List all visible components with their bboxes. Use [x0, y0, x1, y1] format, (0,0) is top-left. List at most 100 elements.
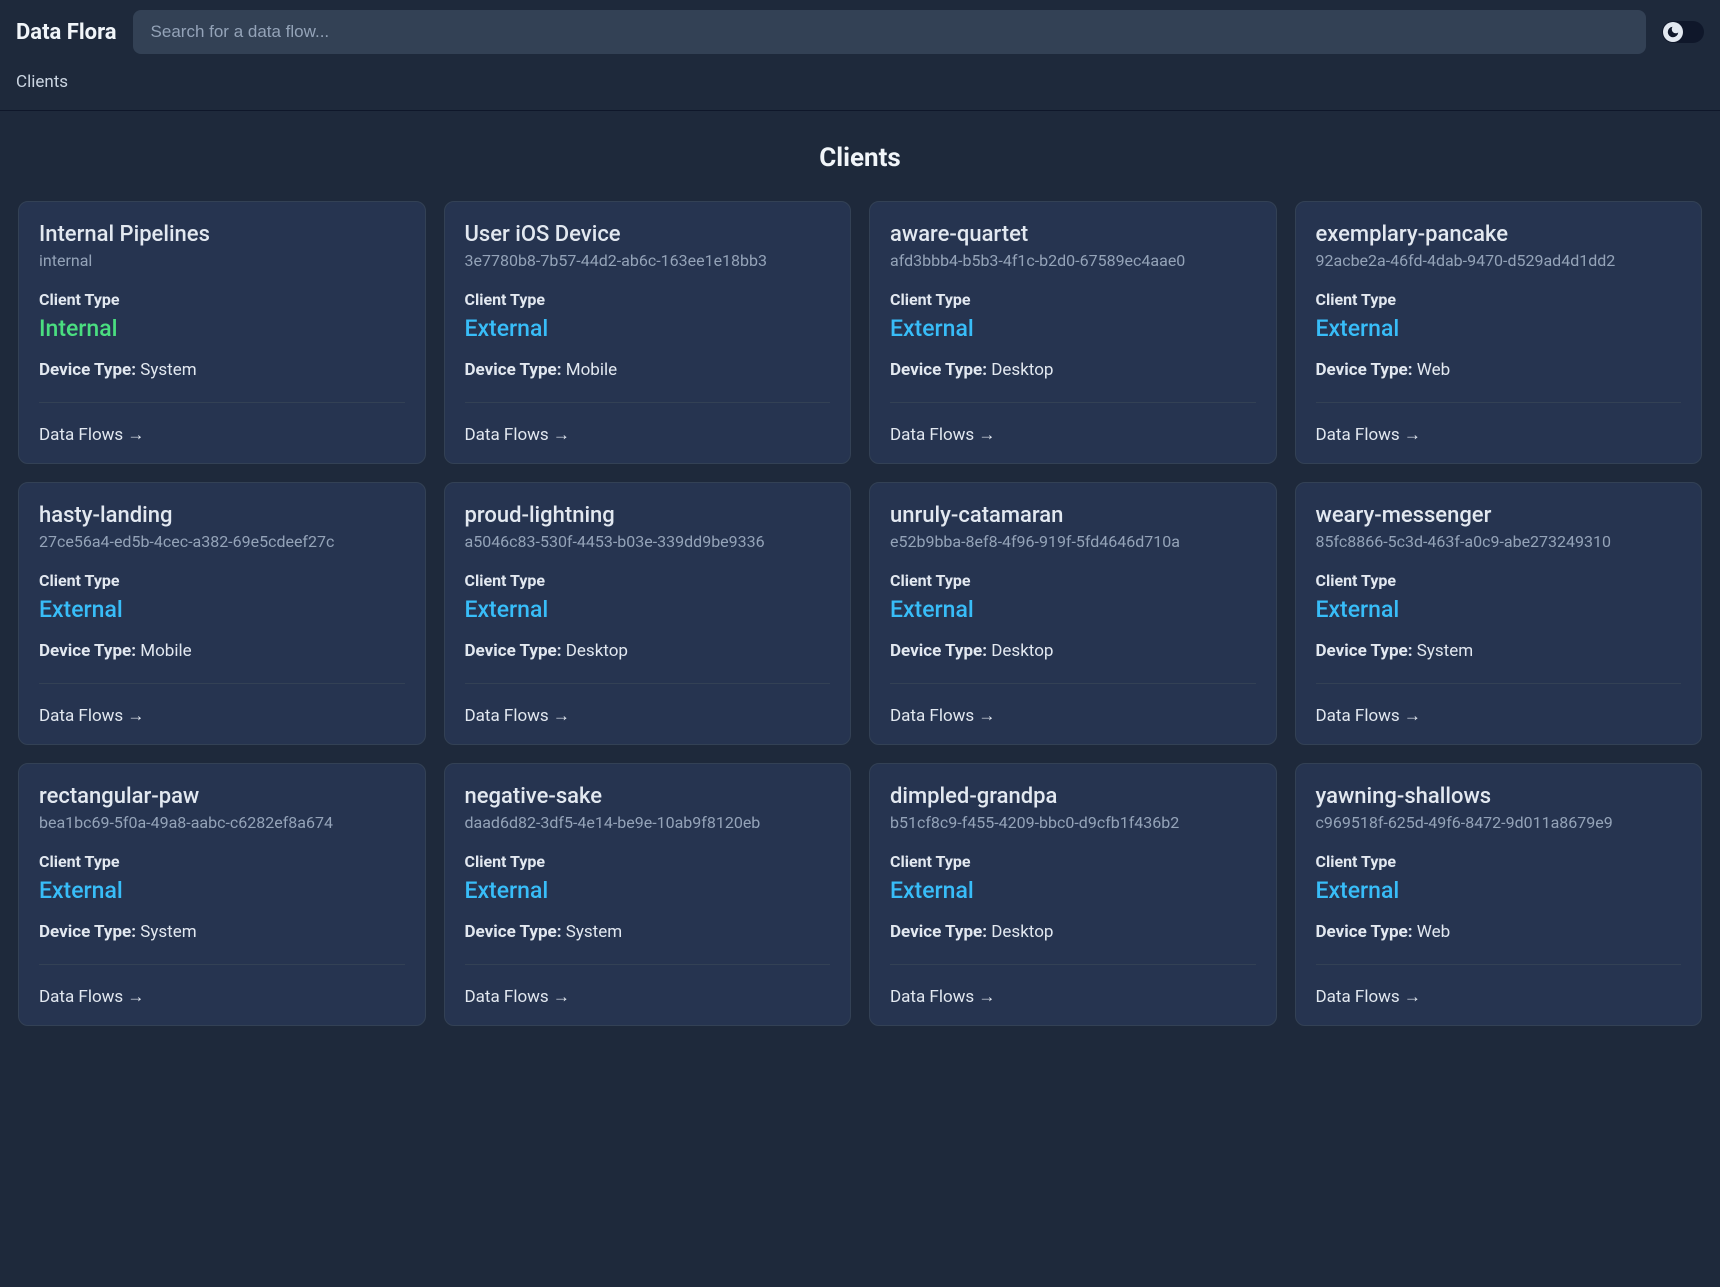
- client-card: rectangular-paw bea1bc69-5f0a-49a8-aabc-…: [18, 763, 426, 1026]
- client-type-value: External: [890, 877, 1256, 904]
- client-name: exemplary-pancake: [1316, 222, 1682, 247]
- client-id: b51cf8c9-f455-4209-bbc0-d9cfb1f436b2: [890, 813, 1256, 832]
- client-name: Internal Pipelines: [39, 222, 405, 247]
- device-type-value: Mobile: [566, 360, 617, 380]
- client-type-label: Client Type: [1316, 852, 1682, 871]
- data-flows-link[interactable]: Data Flows →: [1316, 706, 1682, 726]
- client-type-value: External: [1316, 315, 1682, 342]
- client-type-value: External: [465, 596, 831, 623]
- client-type-label: Client Type: [890, 852, 1256, 871]
- client-type-value: External: [890, 596, 1256, 623]
- client-type-label: Client Type: [465, 571, 831, 590]
- client-card: negative-sake daad6d82-3df5-4e14-be9e-10…: [444, 763, 852, 1026]
- data-flows-link[interactable]: Data Flows →: [890, 987, 1256, 1007]
- client-card: unruly-catamaran e52b9bba-8ef8-4f96-919f…: [869, 482, 1277, 745]
- card-divider: [465, 402, 831, 403]
- client-card: Internal Pipelines internal Client Type …: [18, 201, 426, 464]
- client-id: 85fc8866-5c3d-463f-a0c9-abe273249310: [1316, 532, 1682, 551]
- device-type-row: Device Type: System: [1316, 641, 1682, 661]
- client-type-label: Client Type: [890, 290, 1256, 309]
- client-type-label: Client Type: [39, 571, 405, 590]
- card-divider: [1316, 683, 1682, 684]
- client-type-label: Client Type: [39, 852, 405, 871]
- app-title[interactable]: Data Flora: [16, 20, 117, 45]
- device-type-label: Device Type:: [890, 922, 987, 942]
- client-id: a5046c83-530f-4453-b03e-339dd9be9336: [465, 532, 831, 551]
- page-title: Clients: [0, 111, 1720, 201]
- device-type-row: Device Type: Desktop: [890, 922, 1256, 942]
- search-wrap: [133, 10, 1646, 54]
- client-name: weary-messenger: [1316, 503, 1682, 528]
- device-type-label: Device Type:: [465, 641, 562, 661]
- device-type-value: Mobile: [140, 641, 191, 661]
- device-type-value: Desktop: [991, 360, 1053, 380]
- header: Data Flora: [0, 0, 1720, 64]
- card-divider: [39, 683, 405, 684]
- data-flows-link[interactable]: Data Flows →: [1316, 987, 1682, 1007]
- client-type-value: External: [465, 315, 831, 342]
- data-flows-link[interactable]: Data Flows →: [890, 706, 1256, 726]
- client-id: internal: [39, 251, 405, 270]
- theme-toggle[interactable]: [1662, 21, 1704, 43]
- client-name: aware-quartet: [890, 222, 1256, 247]
- client-name: proud-lightning: [465, 503, 831, 528]
- client-card: hasty-landing 27ce56a4-ed5b-4cec-a382-69…: [18, 482, 426, 745]
- client-card: proud-lightning a5046c83-530f-4453-b03e-…: [444, 482, 852, 745]
- search-input[interactable]: [133, 10, 1646, 54]
- client-type-value: External: [1316, 877, 1682, 904]
- device-type-row: Device Type: Web: [1316, 922, 1682, 942]
- data-flows-link[interactable]: Data Flows →: [39, 706, 405, 726]
- client-id: c969518f-625d-49f6-8472-9d011a8679e9: [1316, 813, 1682, 832]
- data-flows-link[interactable]: Data Flows →: [465, 706, 831, 726]
- data-flows-link[interactable]: Data Flows →: [465, 425, 831, 445]
- device-type-row: Device Type: Desktop: [890, 641, 1256, 661]
- device-type-row: Device Type: Web: [1316, 360, 1682, 380]
- data-flows-link[interactable]: Data Flows →: [890, 425, 1256, 445]
- device-type-label: Device Type:: [39, 641, 136, 661]
- device-type-label: Device Type:: [465, 922, 562, 942]
- client-card: weary-messenger 85fc8866-5c3d-463f-a0c9-…: [1295, 482, 1703, 745]
- device-type-value: System: [1417, 641, 1473, 661]
- device-type-row: Device Type: System: [39, 360, 405, 380]
- device-type-value: System: [140, 922, 196, 942]
- data-flows-link[interactable]: Data Flows →: [1316, 425, 1682, 445]
- client-id: 3e7780b8-7b57-44d2-ab6c-163ee1e18bb3: [465, 251, 831, 270]
- device-type-row: Device Type: Desktop: [465, 641, 831, 661]
- device-type-row: Device Type: Mobile: [39, 641, 405, 661]
- client-type-value: External: [1316, 596, 1682, 623]
- client-id: bea1bc69-5f0a-49a8-aabc-c6282ef8a674: [39, 813, 405, 832]
- device-type-value: System: [140, 360, 196, 380]
- device-type-value: Web: [1417, 360, 1450, 380]
- card-divider: [465, 683, 831, 684]
- device-type-value: Web: [1417, 922, 1450, 942]
- client-id: 92acbe2a-46fd-4dab-9470-d529ad4d1dd2: [1316, 251, 1682, 270]
- clients-grid: Internal Pipelines internal Client Type …: [0, 201, 1720, 1026]
- device-type-label: Device Type:: [1316, 360, 1413, 380]
- client-type-value: External: [39, 596, 405, 623]
- card-divider: [1316, 964, 1682, 965]
- client-type-value: Internal: [39, 315, 405, 342]
- card-divider: [890, 964, 1256, 965]
- data-flows-link[interactable]: Data Flows →: [39, 987, 405, 1007]
- device-type-label: Device Type:: [890, 360, 987, 380]
- card-divider: [890, 683, 1256, 684]
- card-divider: [465, 964, 831, 965]
- client-card: dimpled-grandpa b51cf8c9-f455-4209-bbc0-…: [869, 763, 1277, 1026]
- client-type-label: Client Type: [39, 290, 405, 309]
- card-divider: [39, 402, 405, 403]
- device-type-row: Device Type: System: [39, 922, 405, 942]
- client-card: yawning-shallows c969518f-625d-49f6-8472…: [1295, 763, 1703, 1026]
- client-id: daad6d82-3df5-4e14-be9e-10ab9f8120eb: [465, 813, 831, 832]
- client-card: User iOS Device 3e7780b8-7b57-44d2-ab6c-…: [444, 201, 852, 464]
- client-id: 27ce56a4-ed5b-4cec-a382-69e5cdeef27c: [39, 532, 405, 551]
- data-flows-link[interactable]: Data Flows →: [39, 425, 405, 445]
- client-type-value: External: [39, 877, 405, 904]
- device-type-row: Device Type: System: [465, 922, 831, 942]
- data-flows-link[interactable]: Data Flows →: [465, 987, 831, 1007]
- breadcrumb[interactable]: Clients: [0, 64, 1720, 111]
- client-type-label: Client Type: [1316, 290, 1682, 309]
- device-type-label: Device Type:: [1316, 922, 1413, 942]
- client-type-value: External: [465, 877, 831, 904]
- client-name: rectangular-paw: [39, 784, 405, 809]
- device-type-label: Device Type:: [1316, 641, 1413, 661]
